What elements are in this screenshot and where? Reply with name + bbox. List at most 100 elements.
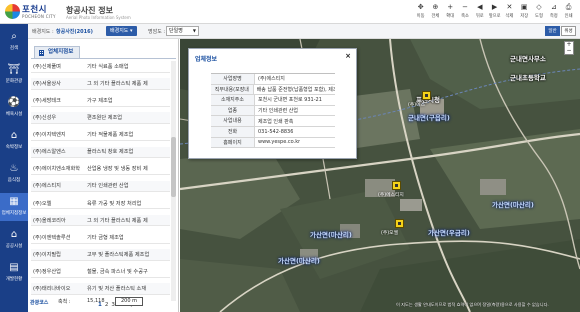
business-name: (주)서울상사 bbox=[33, 80, 61, 87]
business-name: (주)세방테크 bbox=[33, 97, 61, 104]
info-value: 포천시 군내면 포천로 931-21 bbox=[258, 97, 322, 104]
business-marker-icon[interactable] bbox=[392, 181, 401, 190]
list-item[interactable]: (주)신제풀며 기타 식료품 소매업 bbox=[31, 61, 170, 73]
info-value: 기타 인쇄관련 산업 bbox=[258, 108, 298, 115]
toolbar-button-3[interactable]: − 축소 bbox=[458, 2, 473, 22]
business-category: 유기 및 저산 플라스틱 소재 bbox=[87, 286, 147, 293]
toolbar-label: 이동 bbox=[416, 14, 425, 19]
list-item[interactable]: (주)이지필립 고무 및 플라스틱제품 제조업 bbox=[31, 249, 170, 261]
map-type-button-0[interactable]: 일반 bbox=[545, 26, 560, 36]
list-item[interactable]: (주)에이치엔소재화학 산업용 냉장 및 냉동 장비 제 bbox=[31, 164, 170, 176]
list-item[interactable]: (주)이엔텍솔루션 기타 금형 제조업 bbox=[31, 232, 170, 244]
list-item[interactable]: (주)이지텍엔지 기타 적물제품 제조업 bbox=[31, 129, 170, 141]
business-name: (주)신성우 bbox=[33, 115, 57, 122]
map-type-button-1[interactable]: 위성 bbox=[561, 26, 576, 36]
toolbar-label: 축소 bbox=[461, 14, 469, 19]
info-row: 전화 031-542-8836 bbox=[211, 126, 335, 138]
development-icon: ▤ bbox=[9, 262, 19, 273]
business-category: 그 외 기타 플라스틱 제품 제 bbox=[87, 217, 148, 224]
nav-item-1[interactable]: ⛩ 문화관광 bbox=[0, 61, 28, 89]
info-key: 홈페이지 bbox=[211, 137, 255, 148]
nav-item-0[interactable]: ⌕ 검색 bbox=[0, 28, 28, 56]
toolbar-button-6[interactable]: ✕ 삭제 bbox=[502, 2, 517, 22]
opacity-select[interactable]: 단일명 ▼ bbox=[166, 26, 199, 36]
business-name: (주)에스알엔스 bbox=[33, 149, 66, 156]
zoom-control[interactable]: + − bbox=[564, 41, 574, 55]
toolbar-button-8[interactable]: ◇ 도형 bbox=[532, 2, 547, 22]
scale-value: 15,118 bbox=[87, 298, 105, 304]
sports-icon: ⚽ bbox=[7, 97, 21, 108]
nav-label: 개발현황 bbox=[5, 277, 23, 282]
toolbar-button-7[interactable]: ▣ 저장 bbox=[517, 2, 532, 22]
list-item[interactable]: (주)정우산업 철물, 금속 파스너 및 수공구 bbox=[31, 266, 170, 278]
toolbar-label: 도형 bbox=[535, 14, 543, 19]
toolbar-label: 인쇄 bbox=[564, 14, 573, 19]
search-icon: ⌕ bbox=[11, 31, 17, 42]
info-value: 031-542-8836 bbox=[258, 128, 294, 135]
info-row: 소재지주소 포천시 군내면 포천로 931-21 bbox=[211, 95, 335, 106]
info-value[interactable]: www.yespe.co.kr bbox=[255, 139, 300, 145]
back-icon: ◀ bbox=[477, 3, 483, 11]
save-icon: ▣ bbox=[520, 3, 528, 11]
tour-course-link[interactable]: 관광코스 bbox=[30, 299, 48, 306]
nav-item-5[interactable]: ▦ 업체지점정보 bbox=[0, 193, 28, 221]
toolbar-button-1[interactable]: ⊕ 전체 bbox=[428, 2, 443, 22]
city-logo[interactable]: 포천시 POCHEON CITY bbox=[5, 3, 57, 22]
toolbar-label: 저장 bbox=[520, 14, 529, 19]
toolbar-button-4[interactable]: ◀ 뒤로 bbox=[472, 2, 487, 22]
lodging-icon: ⌂ bbox=[10, 130, 18, 141]
list-item[interactable]: (주)태리나바이오 유기 및 저산 플라스틱 소재 bbox=[31, 283, 170, 295]
map-place-label: 가산면(마산리) bbox=[278, 257, 320, 265]
business-icon: ▦ bbox=[9, 196, 19, 207]
tab-business-info[interactable]: 업체지점보 bbox=[34, 46, 81, 58]
marker-label: (주)에스 bbox=[408, 103, 425, 108]
nav-item-6[interactable]: ⌂ 공공시설 bbox=[0, 226, 28, 254]
tab-business-info-label: 업체지점보 bbox=[48, 49, 74, 55]
list-item[interactable]: (주)서울상사 그 외 기타 플라스틱 제품 제 bbox=[31, 78, 170, 90]
forward-icon: ▶ bbox=[491, 3, 498, 11]
chevron-down-icon: ▼ bbox=[192, 28, 196, 33]
background-map-label: 배경지도 : bbox=[32, 29, 54, 35]
background-map-button[interactable]: 배경지도 ▾ bbox=[106, 26, 137, 36]
list-item[interactable]: (주)에스티지 기타 인쇄관련 산업 bbox=[31, 180, 170, 193]
business-name: (주)오엘 bbox=[33, 200, 52, 207]
nav-item-3[interactable]: ⌂ 숙박정보 bbox=[0, 127, 28, 155]
list-item[interactable]: (주)오엘 육류 가공 및 저장 처리업 bbox=[31, 198, 170, 210]
map-place-label: 가산면(우금리) bbox=[428, 229, 470, 237]
list-item[interactable]: (주)신성우 편조원단 제조업 bbox=[31, 112, 170, 124]
close-icon[interactable]: × bbox=[344, 52, 352, 60]
nav-item-4[interactable]: ♨ 음식점 bbox=[0, 160, 28, 188]
business-category: 플라스틱 창호 제조업 bbox=[87, 149, 134, 156]
info-key: 직무내용(포장내 bbox=[211, 84, 254, 95]
toolbar-button-2[interactable]: + 확대 bbox=[443, 2, 458, 22]
move-icon: ✥ bbox=[417, 3, 424, 11]
background-map-value[interactable]: 항공사진(2016) bbox=[56, 28, 93, 35]
business-name: (주)신제풀며 bbox=[33, 63, 61, 70]
info-row: 업종 기타 인쇄관련 산업 bbox=[211, 105, 335, 117]
nav-label: 체육시설 bbox=[5, 112, 23, 117]
list-item[interactable]: (주)올레코리아 그 외 기타 플라스틱 제품 제 bbox=[31, 214, 170, 227]
info-value: (주)에스티지 bbox=[258, 76, 285, 83]
opacity-label: 명암도 : bbox=[148, 29, 166, 35]
left-navigation: ⌕ 검색 ⛩ 문화관광 ⚽ 체육시설 ⌂ 숙박정보 ♨ 음식점 ▦ 업체지점정보 ⌂ 공공시설 ▤ 개발현황 bbox=[0, 24, 28, 312]
info-row: 직무내용(포장내 배송 납품 준전형(납품형업 포함), 제조 bbox=[211, 84, 335, 96]
list-item[interactable]: (주)에스알엔스 플라스틱 창호 제조업 bbox=[31, 146, 170, 158]
list-scrollbar-thumb[interactable] bbox=[171, 137, 176, 197]
business-marker-icon[interactable] bbox=[422, 91, 431, 100]
toolbar-button-9[interactable]: ⊿ 측정 bbox=[546, 2, 561, 22]
nav-item-2[interactable]: ⚽ 체육시설 bbox=[0, 94, 28, 122]
business-name: (주)이지텍엔지 bbox=[33, 132, 66, 139]
map-type-switch: 일반 위성 bbox=[544, 26, 576, 36]
business-category: 기타 인쇄관련 산업 bbox=[87, 183, 129, 190]
nav-item-7[interactable]: ▤ 개발현황 bbox=[0, 259, 28, 287]
business-marker-icon[interactable] bbox=[395, 219, 404, 228]
public-facility-icon: ⌂ bbox=[10, 229, 18, 240]
toolbar-button-0[interactable]: ✥ 이동 bbox=[413, 2, 428, 22]
toolbar-button-5[interactable]: ▶ 앞으로 bbox=[487, 2, 502, 22]
nav-label: 문화관광 bbox=[5, 79, 23, 84]
toolbar-button-10[interactable]: ⎙ 인쇄 bbox=[561, 2, 576, 22]
business-category: 기타 금형 제조업 bbox=[87, 234, 124, 241]
restaurant-icon: ♨ bbox=[9, 163, 19, 174]
list-item[interactable]: (주)세방테크 가구 제조업 bbox=[31, 95, 170, 107]
page-link[interactable]: 2 bbox=[105, 302, 109, 308]
